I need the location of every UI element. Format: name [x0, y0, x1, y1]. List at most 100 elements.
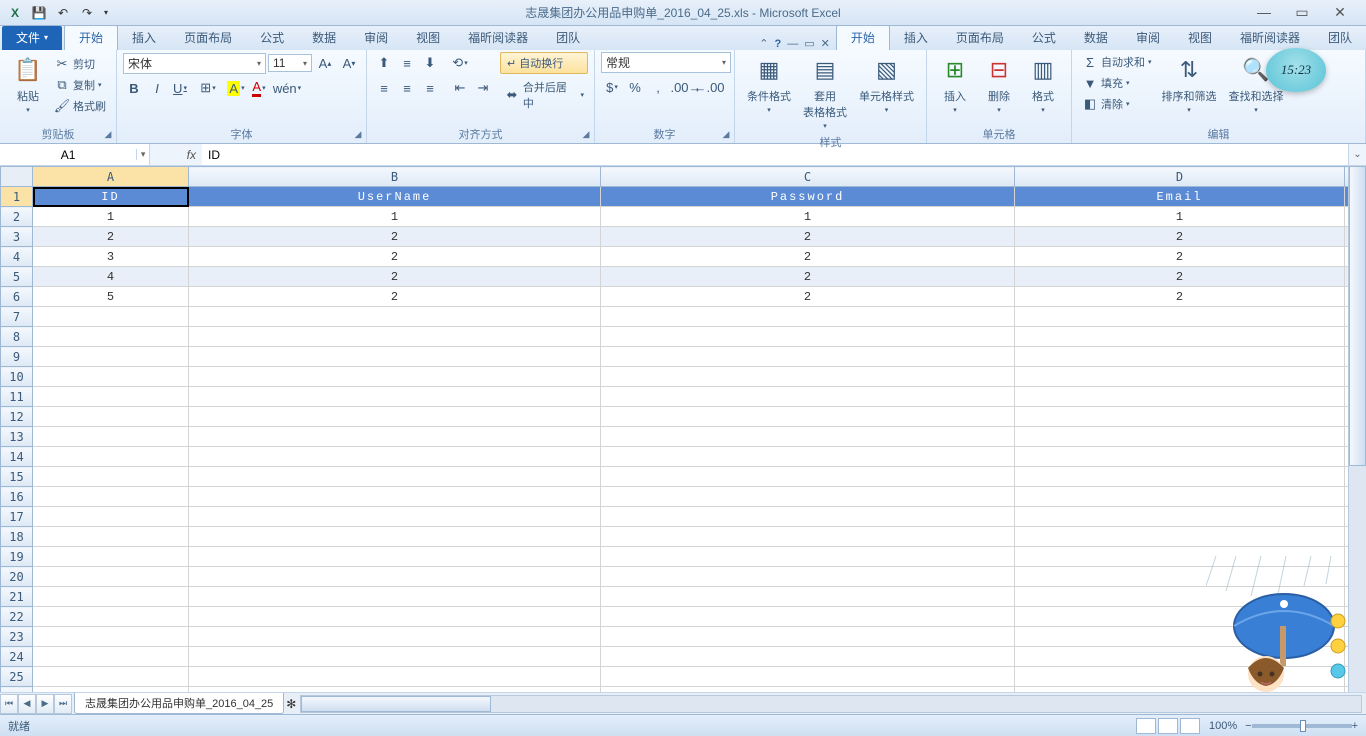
- excel-icon[interactable]: X: [4, 2, 26, 24]
- minimize-button[interactable]: —: [1250, 4, 1278, 21]
- cell[interactable]: [601, 627, 1015, 647]
- name-box-input[interactable]: [0, 148, 136, 162]
- decrease-indent-button[interactable]: ⇤: [449, 77, 471, 99]
- cell[interactable]: [1015, 607, 1345, 627]
- row-header[interactable]: 1: [1, 187, 33, 207]
- wrap-text-button[interactable]: ↵自动换行: [500, 52, 588, 74]
- column-header[interactable]: C: [601, 167, 1015, 187]
- cell[interactable]: [189, 447, 601, 467]
- cell[interactable]: [33, 307, 189, 327]
- ribbon-tab[interactable]: 福昕阅读器: [454, 26, 542, 50]
- font-name-combo[interactable]: 宋体▾: [123, 53, 266, 74]
- cell[interactable]: [1015, 387, 1345, 407]
- cell[interactable]: [1015, 447, 1345, 467]
- ribbon-tab-视图[interactable]: 视图: [1174, 26, 1226, 50]
- sheet-nav-last[interactable]: ⏭: [54, 694, 72, 714]
- save-button[interactable]: 💾: [28, 2, 50, 24]
- align-bottom-button[interactable]: ⬇: [419, 52, 441, 74]
- format-painter-button[interactable]: 🖌格式刷: [50, 96, 110, 116]
- cell[interactable]: 2: [1015, 247, 1345, 267]
- ribbon-tab[interactable]: 开始: [64, 25, 118, 50]
- zoom-slider-knob[interactable]: [1300, 720, 1306, 732]
- cell[interactable]: Password: [601, 187, 1015, 207]
- align-top-button[interactable]: ⬆: [373, 52, 395, 74]
- cell[interactable]: [189, 627, 601, 647]
- cell[interactable]: [33, 407, 189, 427]
- ribbon-tab[interactable]: 数据: [298, 26, 350, 50]
- expand-formula-bar-icon[interactable]: ⌄: [1348, 144, 1366, 165]
- cell[interactable]: [189, 647, 601, 667]
- shrink-font-button[interactable]: A▾: [338, 52, 360, 74]
- merge-center-button[interactable]: ⬌合并后居中 ▾: [500, 77, 588, 113]
- cell[interactable]: [601, 507, 1015, 527]
- row-header[interactable]: 4: [1, 247, 33, 267]
- column-header[interactable]: D: [1015, 167, 1345, 187]
- cell[interactable]: [189, 367, 601, 387]
- close-button[interactable]: ✕: [1326, 4, 1354, 21]
- cell[interactable]: [1015, 327, 1345, 347]
- maximize-button[interactable]: ▭: [1288, 4, 1316, 21]
- decrease-decimal-button[interactable]: ←.00: [698, 76, 720, 98]
- cell[interactable]: [601, 547, 1015, 567]
- ribbon-tab-福昕阅读器[interactable]: 福昕阅读器: [1226, 26, 1314, 50]
- ribbon-tab-开始[interactable]: 开始: [836, 25, 890, 50]
- row-header[interactable]: 14: [1, 447, 33, 467]
- align-left-button[interactable]: ≡: [373, 77, 395, 99]
- cell[interactable]: [1015, 307, 1345, 327]
- cell[interactable]: [189, 427, 601, 447]
- row-header[interactable]: 9: [1, 347, 33, 367]
- cell[interactable]: [33, 447, 189, 467]
- workbook-minimize-icon[interactable]: —: [787, 38, 798, 50]
- name-box[interactable]: ▾: [0, 144, 150, 165]
- cell[interactable]: 1: [1015, 207, 1345, 227]
- autosum-button[interactable]: Σ自动求和 ▾: [1078, 52, 1156, 72]
- row-header[interactable]: 18: [1, 527, 33, 547]
- cell[interactable]: [33, 327, 189, 347]
- row-header[interactable]: 19: [1, 547, 33, 567]
- row-header[interactable]: 23: [1, 627, 33, 647]
- ribbon-tab[interactable]: 页面布局: [170, 26, 246, 50]
- ribbon-tab-审阅[interactable]: 审阅: [1122, 26, 1174, 50]
- horizontal-scrollbar[interactable]: [300, 695, 1362, 713]
- cell[interactable]: [601, 367, 1015, 387]
- select-all-corner[interactable]: [1, 167, 33, 187]
- insert-cells-button[interactable]: ⊞插入▾: [933, 52, 977, 116]
- fx-icon[interactable]: fx: [150, 148, 202, 162]
- conditional-format-button[interactable]: ▦条件格式▾: [741, 52, 797, 116]
- cell[interactable]: [601, 467, 1015, 487]
- cell[interactable]: 2: [601, 287, 1015, 307]
- cell[interactable]: 2: [189, 287, 601, 307]
- percent-button[interactable]: %: [624, 76, 646, 98]
- row-header[interactable]: 21: [1, 587, 33, 607]
- cell[interactable]: [33, 627, 189, 647]
- format-as-table-button[interactable]: ▤套用 表格格式▾: [797, 52, 853, 132]
- cell[interactable]: [33, 587, 189, 607]
- workbook-restore-icon[interactable]: ▭: [804, 37, 814, 50]
- cell[interactable]: Email: [1015, 187, 1345, 207]
- cell[interactable]: [33, 527, 189, 547]
- orientation-button[interactable]: ⟲: [449, 52, 471, 74]
- cell[interactable]: [1015, 427, 1345, 447]
- row-header[interactable]: 3: [1, 227, 33, 247]
- cell[interactable]: [33, 487, 189, 507]
- paste-button[interactable]: 📋 粘贴▾: [6, 52, 50, 116]
- cell[interactable]: [1015, 467, 1345, 487]
- cell[interactable]: ID: [33, 187, 189, 207]
- cell[interactable]: [33, 547, 189, 567]
- cell[interactable]: [601, 347, 1015, 367]
- bold-button[interactable]: B: [123, 77, 145, 99]
- sheet-tab[interactable]: 志晟集团办公用品申购单_2016_04_25: [74, 693, 284, 714]
- ribbon-tab[interactable]: 公式: [246, 26, 298, 50]
- name-box-dropdown-icon[interactable]: ▾: [136, 149, 149, 160]
- ribbon-tab[interactable]: 视图: [402, 26, 454, 50]
- cell[interactable]: [601, 387, 1015, 407]
- currency-button[interactable]: $: [601, 76, 623, 98]
- page-break-view-button[interactable]: [1180, 718, 1200, 734]
- vertical-scrollbar[interactable]: [1348, 166, 1366, 692]
- cell[interactable]: 3: [33, 247, 189, 267]
- cell[interactable]: [601, 307, 1015, 327]
- sheet-nav-next[interactable]: ▶: [36, 694, 54, 714]
- cell[interactable]: [601, 427, 1015, 447]
- normal-view-button[interactable]: [1136, 718, 1156, 734]
- cell[interactable]: [1015, 547, 1345, 567]
